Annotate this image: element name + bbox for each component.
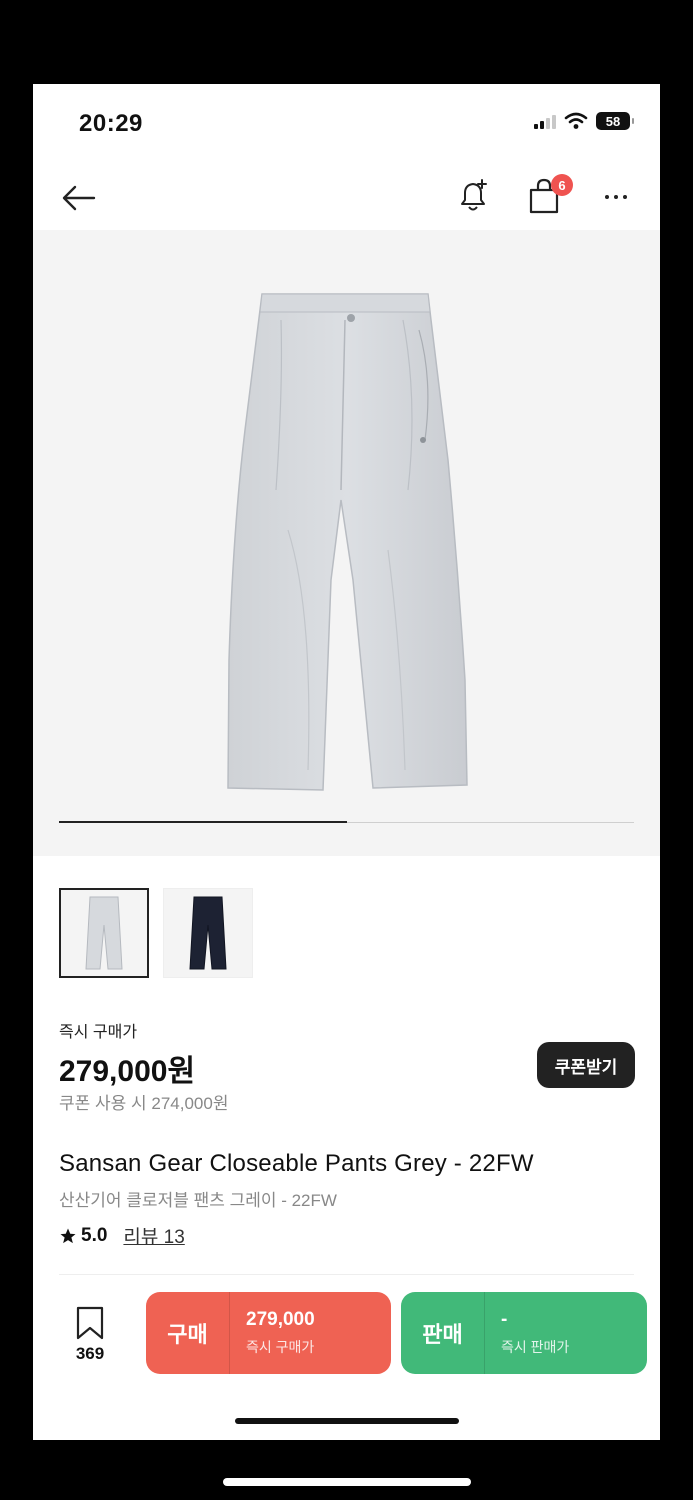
status-icons: 58 [534,112,634,130]
star-icon [60,1228,76,1243]
back-arrow-icon [62,185,96,211]
divider [59,1274,634,1275]
product-title: Sansan Gear Closeable Pants Grey - 22FW [59,1150,534,1177]
rating: 5.0 리뷰 13 [59,1222,185,1249]
bookmark-icon [76,1306,104,1340]
more-button[interactable] [596,182,636,212]
coupon-price: 쿠폰 사용 시 274,000원 [59,1094,229,1113]
battery-icon: 58 [596,112,634,130]
bell-plus-icon [461,179,487,211]
buy-button[interactable]: 구매 279,000 즉시 구매가 [146,1292,391,1374]
sell-sub-label: 즉시 판매가 [501,1339,570,1355]
buy-price: 279,000 [246,1309,315,1330]
rating-value: 5.0 [81,1224,108,1246]
thumbnail-grey[interactable] [59,888,149,978]
instant-buy-price: 279,000원 [59,1055,196,1088]
top-nav: 6 [33,168,660,228]
pants-navy-thumbnail [189,896,227,970]
pants-grey-thumbnail [85,896,123,970]
cart-count-badge: 6 [551,174,573,196]
product-image[interactable] [33,230,660,856]
thumbnail-navy[interactable] [163,888,253,978]
more-icon [605,195,609,199]
phone-screen: 20:29 58 6 즉시 구매가 279,000원 쿠폰 사용 시 274,0… [33,84,660,1440]
coupon-button[interactable]: 쿠폰받기 [537,1042,635,1088]
sell-button[interactable]: 판매 - 즉시 판매가 [401,1292,647,1374]
pants-image [227,293,468,791]
cart-button[interactable]: 6 [525,174,573,220]
instant-buy-label: 즉시 구매가 [59,1024,138,1041]
outer-home-indicator [223,1478,471,1486]
sell-price: - [501,1309,508,1330]
product-subtitle: 산산기어 클로저블 팬츠 그레이 - 22FW [59,1191,337,1210]
buy-label: 구매 [146,1292,230,1374]
thumbnail-list [59,888,253,978]
review-link[interactable]: 리뷰 13 [123,1222,184,1249]
home-indicator [235,1418,459,1424]
gallery-progress-fill [59,821,347,823]
bookmark-count: 369 [75,1344,105,1363]
alert-button[interactable] [453,176,493,216]
status-time: 20:29 [79,110,143,137]
signal-icon [534,113,556,129]
wifi-icon [564,112,588,129]
sell-label: 판매 [401,1292,485,1374]
buy-sub-label: 즉시 구매가 [246,1339,315,1355]
back-button[interactable] [59,180,99,216]
gallery-progress [59,821,634,823]
bookmark-button[interactable]: 369 [67,1306,113,1364]
